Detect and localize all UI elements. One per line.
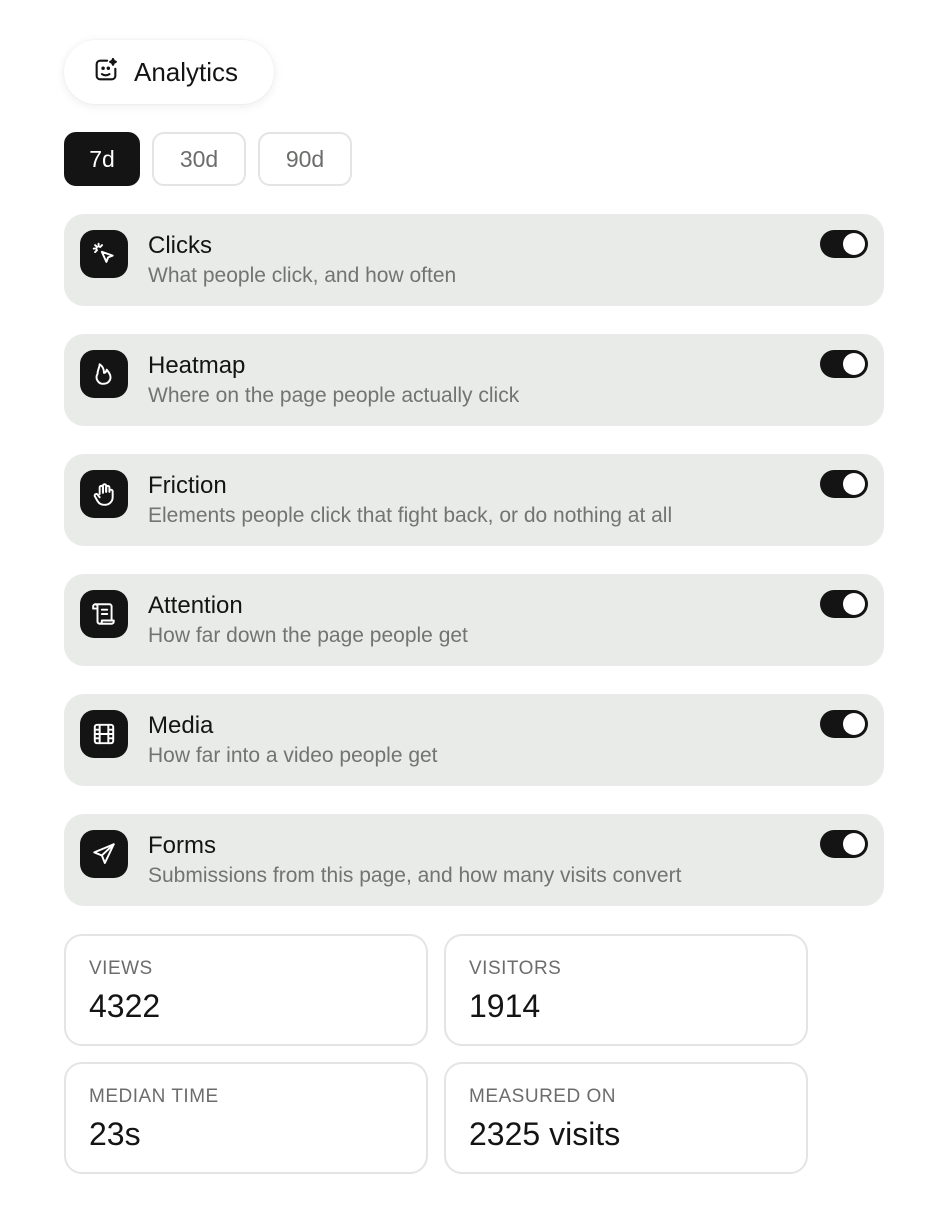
stat-label: VISITORS <box>469 958 562 979</box>
film-icon <box>80 710 128 758</box>
feature-description: Elements people click that fight back, o… <box>148 504 673 527</box>
stats-grid: VIEWS 4322 VISITORS 1914 MEDIAN TIME 23s… <box>64 934 808 1174</box>
feature-description: Submissions from this page, and how many… <box>148 864 682 887</box>
feature-friction: Friction Elements people click that figh… <box>64 454 884 546</box>
clicks-toggle[interactable] <box>820 230 868 258</box>
toggle-knob <box>843 833 865 855</box>
stat-value: 23s <box>89 1116 141 1152</box>
feature-title: Clicks <box>148 232 212 259</box>
stat-label: MEASURED ON <box>469 1086 616 1107</box>
feature-title: Heatmap <box>148 352 246 379</box>
feature-description: How far down the page people get <box>148 624 468 647</box>
feature-list: Clicks What people click, and how often … <box>64 214 884 934</box>
feature-description: How far into a video people get <box>148 744 438 767</box>
scroll-icon <box>80 590 128 638</box>
range-90d-button[interactable]: 90d <box>258 132 352 186</box>
stat-card-median-time: MEDIAN TIME 23s <box>64 1062 428 1174</box>
stat-value: 2325 visits <box>469 1116 621 1152</box>
page-title: Analytics <box>134 56 239 87</box>
feature-heatmap: Heatmap Where on the page people actuall… <box>64 334 884 426</box>
media-toggle[interactable] <box>820 710 868 738</box>
feature-attention: Attention How far down the page people g… <box>64 574 884 666</box>
stat-value: 1914 <box>469 988 541 1024</box>
feature-forms: Forms Submissions from this page, and ho… <box>64 814 884 906</box>
date-range-selector: 7d 30d 90d <box>64 132 352 186</box>
send-icon <box>80 830 128 878</box>
toggle-knob <box>843 473 865 495</box>
flame-icon <box>80 350 128 398</box>
stat-value: 4322 <box>89 988 161 1024</box>
range-7d-button[interactable]: 7d <box>64 132 140 186</box>
feature-description: Where on the page people actually click <box>148 384 520 407</box>
feature-media: Media How far into a video people get <box>64 694 884 786</box>
forms-toggle[interactable] <box>820 830 868 858</box>
heatmap-toggle[interactable] <box>820 350 868 378</box>
stat-label: VIEWS <box>89 958 153 979</box>
stat-label: MEDIAN TIME <box>89 1086 219 1107</box>
feature-title: Forms <box>148 832 216 859</box>
analytics-sparkle-icon <box>92 56 120 89</box>
feature-title: Attention <box>148 592 243 619</box>
toggle-knob <box>843 353 865 375</box>
toggle-knob <box>843 233 865 255</box>
hand-icon <box>80 470 128 518</box>
feature-title: Media <box>148 712 214 739</box>
stat-card-measured-on: MEASURED ON 2325 visits <box>444 1062 808 1174</box>
toggle-knob <box>843 593 865 615</box>
toggle-knob <box>843 713 865 735</box>
attention-toggle[interactable] <box>820 590 868 618</box>
stat-card-visitors: VISITORS 1914 <box>444 934 808 1046</box>
friction-toggle[interactable] <box>820 470 868 498</box>
feature-title: Friction <box>148 472 227 499</box>
range-30d-button[interactable]: 30d <box>152 132 246 186</box>
analytics-header[interactable]: Analytics <box>64 40 274 104</box>
stat-card-views: VIEWS 4322 <box>64 934 428 1046</box>
feature-description: What people click, and how often <box>148 264 457 287</box>
cursor-click-icon <box>80 230 128 278</box>
feature-clicks: Clicks What people click, and how often <box>64 214 884 306</box>
